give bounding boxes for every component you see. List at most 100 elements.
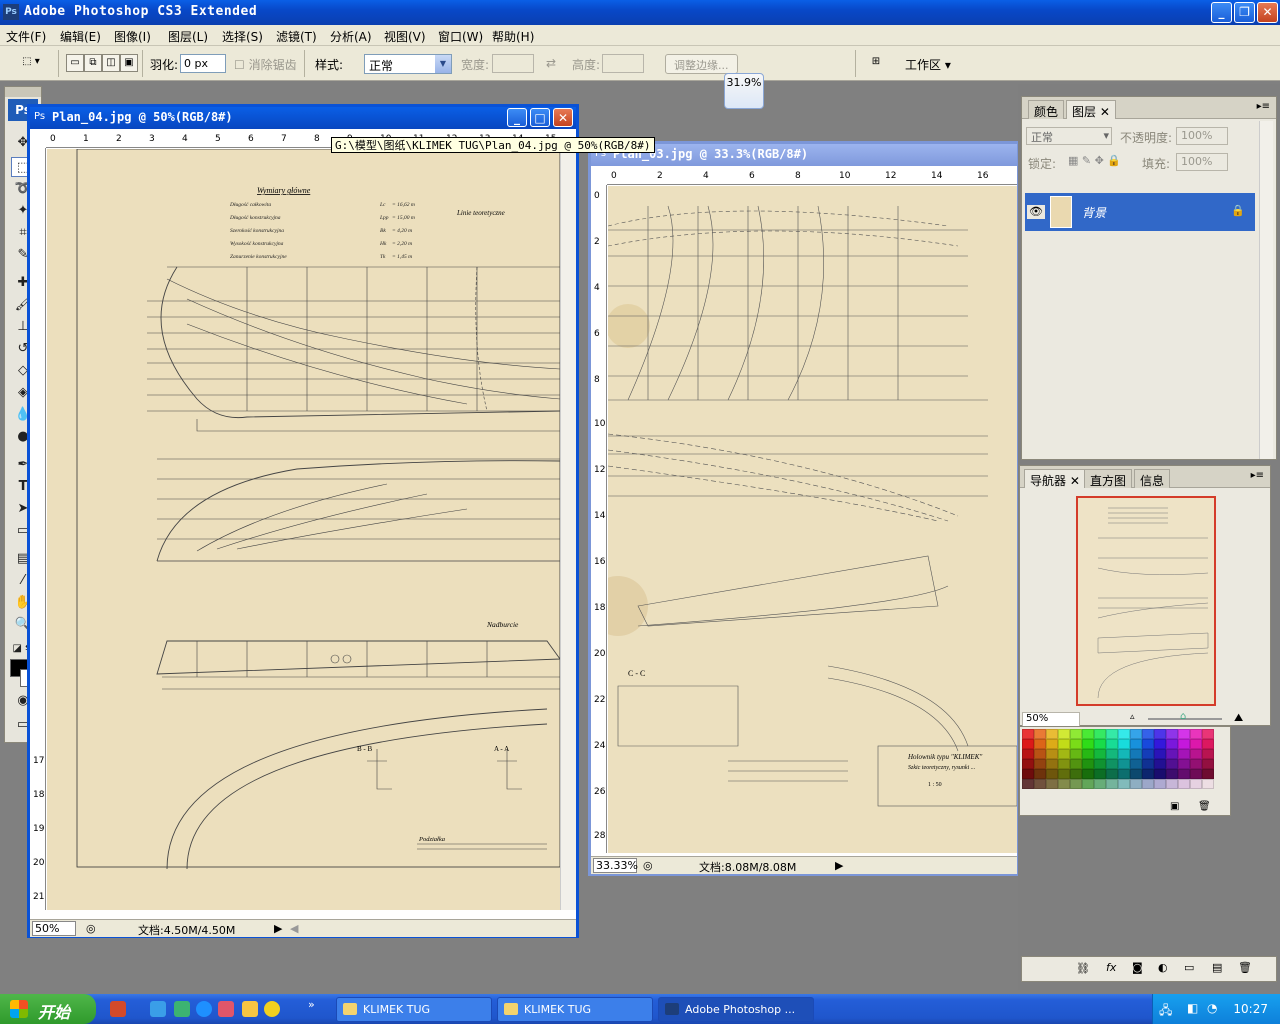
color-swatch[interactable] [1118,749,1130,759]
color-swatch[interactable] [1154,779,1166,789]
doc1-vertical-scrollbar[interactable] [560,149,576,910]
quicklaunch-icon[interactable] [264,1001,280,1017]
color-swatch[interactable] [1022,729,1034,739]
toolbox-grip[interactable] [5,87,41,97]
color-swatch[interactable] [1130,769,1142,779]
color-swatch[interactable] [1022,749,1034,759]
doc2-titlebar[interactable]: Ps Plan_03.jpg @ 33.3%(RGB/8#) [591,144,1017,166]
tab-layers[interactable]: 图层 ✕ [1066,100,1116,119]
layer-row-background[interactable]: 👁 背景 🔒 [1025,193,1255,231]
color-swatch[interactable] [1046,769,1058,779]
tab-color[interactable]: 颜色 [1028,100,1065,119]
task-klimek-1[interactable]: KLIMEK TUG [336,997,492,1022]
color-swatch[interactable] [1022,759,1034,769]
color-swatch[interactable] [1070,729,1082,739]
subtract-selection-icon[interactable]: ◫ [102,54,120,72]
new-swatch-icon[interactable]: ▣ [1170,801,1179,812]
zoom-out-icon[interactable]: ▵ [1130,712,1135,722]
tray-app-icon[interactable]: ◔ [1207,1001,1217,1015]
color-swatch[interactable] [1082,759,1094,769]
color-swatch[interactable] [1190,769,1202,779]
status-arrow-icon[interactable]: ▶ [835,859,843,872]
status-arrow-icon[interactable]: ▶ [274,922,282,935]
color-swatch[interactable] [1154,769,1166,779]
color-swatch[interactable] [1094,779,1106,789]
color-swatch[interactable] [1166,759,1178,769]
color-swatch[interactable] [1142,739,1154,749]
width-input[interactable] [492,54,534,73]
adjustment-layer-icon[interactable]: ◐ [1158,961,1168,974]
color-swatch[interactable] [1202,759,1214,769]
feather-input[interactable]: 0 px [180,54,226,73]
color-swatch[interactable] [1154,729,1166,739]
color-swatch[interactable] [1154,739,1166,749]
color-swatch[interactable] [1118,739,1130,749]
swatch-grid[interactable] [1022,729,1218,789]
color-swatch[interactable] [1178,729,1190,739]
panel-menu-icon[interactable]: ▸≡ [1251,470,1264,481]
color-swatch[interactable] [1034,729,1046,739]
color-swatch[interactable] [1094,739,1106,749]
color-swatch[interactable] [1106,729,1118,739]
color-swatch[interactable] [1082,779,1094,789]
color-swatch[interactable] [1178,749,1190,759]
color-swatch[interactable] [1058,769,1070,779]
antialias-checkbox[interactable]: ☐ 消除锯齿 [234,56,297,73]
navigator-zoom-field[interactable]: 50% [1022,712,1080,727]
quicklaunch-icon[interactable] [218,1001,234,1017]
doc1-titlebar[interactable]: Ps Plan_04.jpg @ 50%(RGB/8#) _ □ ✕ [30,107,576,129]
color-swatch[interactable] [1166,779,1178,789]
doc2-vertical-ruler[interactable]: 0 2 4 6 8 10 12 14 16 18 20 22 24 26 28 [591,185,607,853]
color-swatch[interactable] [1046,759,1058,769]
color-swatch[interactable] [1130,729,1142,739]
color-swatch[interactable] [1190,739,1202,749]
color-swatch[interactable] [1022,739,1034,749]
new-group-icon[interactable]: ▭ [1184,961,1194,974]
color-swatch[interactable] [1154,749,1166,759]
language-icon[interactable]: ◧ [1187,1001,1198,1015]
document-window-plan04[interactable]: Ps Plan_04.jpg @ 50%(RGB/8#) _ □ ✕ 0 1 2… [27,104,579,938]
color-swatch[interactable] [1190,749,1202,759]
menu-analysis[interactable]: 分析(A) [330,28,372,45]
color-swatch[interactable] [1034,749,1046,759]
visibility-eye-icon[interactable]: 👁 [1027,205,1045,219]
layers-scrollbar[interactable] [1259,121,1273,459]
color-swatch[interactable] [1202,739,1214,749]
document-window-plan03[interactable]: Ps Plan_03.jpg @ 33.3%(RGB/8#) 0 2 4 6 8… [588,141,1020,876]
menu-layer[interactable]: 图层(L) [168,28,208,45]
color-swatch[interactable] [1034,759,1046,769]
quicklaunch-browser-icon[interactable] [150,1001,166,1017]
color-swatch[interactable] [1118,769,1130,779]
doc1-zoom-field[interactable]: 50% [32,921,76,936]
slider-thumb[interactable]: ⌂ [1180,711,1186,722]
color-swatch[interactable] [1106,739,1118,749]
status-menu-icon[interactable]: ◎ [86,922,96,935]
color-swatch[interactable] [1142,779,1154,789]
color-swatch[interactable] [1058,749,1070,759]
app-title-bar[interactable]: Ps Adobe Photoshop CS3 Extended _ ❐ ✕ [0,0,1280,25]
color-swatch[interactable] [1070,769,1082,779]
quicklaunch-app-icon[interactable] [110,1001,126,1017]
color-swatch[interactable] [1022,779,1034,789]
color-swatch[interactable] [1046,779,1058,789]
color-swatch[interactable] [1142,759,1154,769]
status-menu-icon[interactable]: ◎ [643,859,653,872]
color-swatch[interactable] [1178,739,1190,749]
color-swatch[interactable] [1178,769,1190,779]
color-swatch[interactable] [1130,779,1142,789]
color-swatch[interactable] [1178,759,1190,769]
color-swatch[interactable] [1094,729,1106,739]
menu-filter[interactable]: 滤镜(T) [276,28,317,45]
doc2-canvas[interactable]: C - C Holownik typu "KLIMEK" Szkic teore… [608,186,1017,853]
task-photoshop[interactable]: Adobe Photoshop ... [658,997,814,1022]
color-swatch[interactable] [1106,749,1118,759]
new-selection-icon[interactable]: ▭ [66,54,84,72]
bridge-icon[interactable]: ⊞ [864,54,888,72]
menu-select[interactable]: 选择(S) [222,28,263,45]
color-swatch[interactable] [1166,769,1178,779]
color-swatch[interactable] [1202,779,1214,789]
color-swatch[interactable] [1142,749,1154,759]
color-swatch[interactable] [1202,749,1214,759]
color-swatch[interactable] [1070,759,1082,769]
color-swatch[interactable] [1094,749,1106,759]
